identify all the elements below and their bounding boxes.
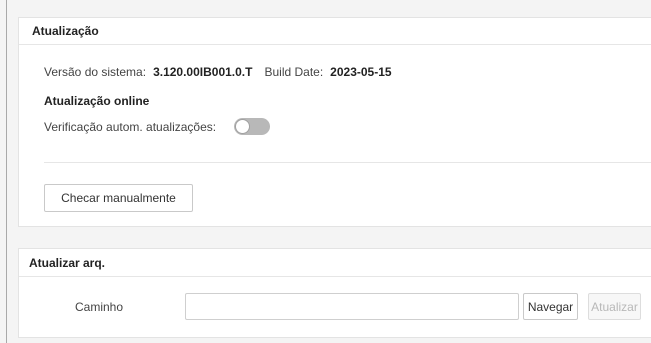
build-date-label: Build Date: <box>264 65 324 79</box>
upload-button[interactable]: Atualizar <box>588 293 641 320</box>
browse-button[interactable]: Navegar <box>523 293 578 320</box>
check-manually-button[interactable]: Checar manualmente <box>44 184 193 212</box>
section-divider <box>44 162 651 163</box>
update-panel: Atualização Versão do sistema: 3.120.00I… <box>18 17 651 227</box>
update-panel-title: Atualização <box>19 18 651 45</box>
auto-check-label: Verificação autom. atualizações: <box>44 119 217 134</box>
path-input[interactable] <box>185 293 519 320</box>
frame-top-area <box>7 0 651 7</box>
system-version-value: 3.120.00IB001.0.T <box>153 65 253 79</box>
toggle-knob-icon <box>235 119 251 134</box>
auto-check-row: Verificação autom. atualizações: <box>44 118 271 135</box>
file-update-panel-title: Atualizar arq. <box>19 249 651 277</box>
auto-check-toggle[interactable] <box>234 118 271 135</box>
path-label: Caminho <box>75 300 124 314</box>
version-row: Versão do sistema: 3.120.00IB001.0.T Bui… <box>44 65 392 79</box>
build-date-value: 2023-05-15 <box>330 65 392 79</box>
frame-left-border <box>0 0 7 343</box>
online-update-heading: Atualização online <box>44 94 150 108</box>
file-update-panel: Atualizar arq. Caminho Navegar Atualizar <box>18 248 651 338</box>
system-version-label: Versão do sistema: <box>44 65 147 79</box>
